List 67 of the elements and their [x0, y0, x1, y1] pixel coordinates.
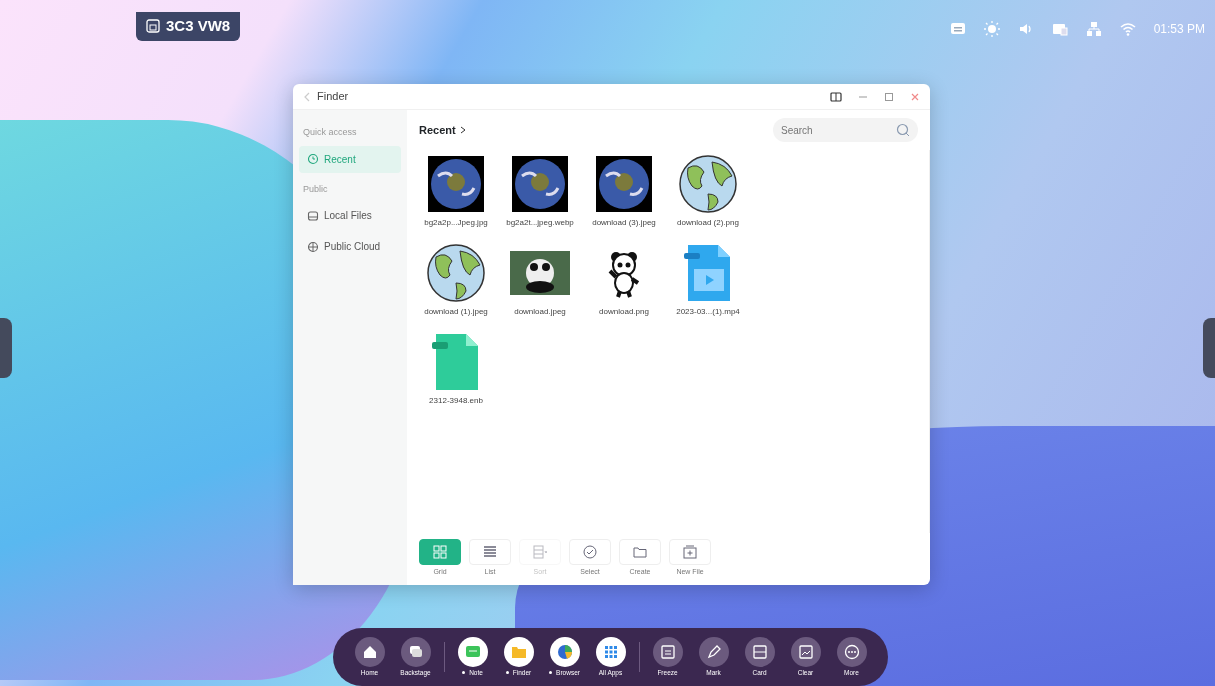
breadcrumb-text: Recent — [419, 122, 456, 138]
check-circle-icon — [583, 544, 597, 559]
list-view-icon — [483, 544, 497, 559]
dock-app-button[interactable] — [595, 636, 626, 667]
drive-icon — [307, 209, 319, 222]
sidebar-heading: Public — [303, 182, 329, 196]
dock-app-button[interactable] — [457, 636, 488, 667]
file-item[interactable]: bg2a2t...jpeg.webp — [499, 154, 581, 229]
volume-icon — [1017, 21, 1034, 37]
dock-app-button[interactable] — [790, 636, 821, 667]
globe-drawing — [678, 154, 738, 214]
network-icon — [1085, 21, 1102, 37]
toolbar-button[interactable] — [419, 538, 461, 565]
grid-view-icon — [433, 544, 447, 559]
earth-photo-thumbnail — [510, 154, 570, 214]
file-item[interactable]: download (3).jpeg — [583, 154, 665, 229]
new-file-icon — [683, 544, 697, 559]
side-panel-handle[interactable] — [0, 318, 12, 378]
home-icon — [361, 643, 378, 660]
globe-drawing — [426, 243, 486, 303]
image-icon — [797, 643, 814, 660]
app-grid-icon — [602, 643, 619, 660]
keyboard-icon — [949, 21, 966, 37]
dock-app-button[interactable] — [549, 636, 580, 667]
room-code: 3C3 VW8 — [166, 16, 231, 36]
pen-icon — [705, 643, 722, 660]
browser-app-icon — [556, 643, 573, 660]
card-icon — [751, 643, 768, 660]
side-panel-handle[interactable] — [1203, 318, 1215, 378]
chevron-right-icon — [459, 126, 466, 134]
dock-app-button[interactable] — [354, 636, 385, 667]
screen-icon — [146, 19, 160, 34]
sidebar-item[interactable]: Public Cloud — [299, 233, 401, 260]
brightness-icon — [983, 21, 1000, 37]
window-title: Finder — [317, 89, 349, 105]
frame-icon — [659, 643, 676, 660]
note-app-icon — [464, 643, 481, 660]
earth-photo-thumbnail — [594, 154, 654, 214]
dock-app-button[interactable] — [400, 636, 431, 667]
dock-app-button[interactable] — [744, 636, 775, 667]
maximize-icon[interactable] — [884, 91, 894, 102]
dock-app-button[interactable] — [652, 636, 683, 667]
sort-icon — [533, 544, 547, 559]
search-icon — [896, 123, 910, 137]
file-item[interactable]: 2312-3948.enb — [415, 332, 497, 407]
file-item[interactable]: 2023-03...(1).mp4 — [667, 243, 749, 318]
folder-icon — [633, 544, 647, 559]
sidebar-item[interactable]: Local Files — [299, 202, 401, 229]
dock-app-button[interactable] — [836, 636, 867, 667]
windows-icon — [407, 643, 424, 660]
dock-app-button[interactable] — [698, 636, 729, 667]
clock-icon — [307, 153, 319, 165]
file-item[interactable]: download.jpeg — [499, 243, 581, 318]
search-field[interactable]: Search — [773, 118, 918, 142]
wifi-icon — [1119, 21, 1136, 37]
screen-share-icon — [1051, 21, 1068, 37]
dock-app-button[interactable] — [503, 636, 534, 667]
globe-icon — [307, 240, 319, 253]
file-item[interactable]: download (2).png — [667, 154, 749, 229]
clock-time: 01:53 PM — [1153, 21, 1205, 38]
split-view-icon[interactable] — [830, 91, 842, 102]
sidebar-heading: Quick access — [303, 126, 358, 139]
more-icon — [843, 643, 860, 660]
file-item[interactable]: download.png — [583, 243, 665, 318]
file-item[interactable]: bg2a2p...Jpeg.jpg — [415, 154, 497, 229]
file-item[interactable]: download (1).jpeg — [415, 243, 497, 318]
earth-photo-thumbnail — [426, 154, 486, 214]
